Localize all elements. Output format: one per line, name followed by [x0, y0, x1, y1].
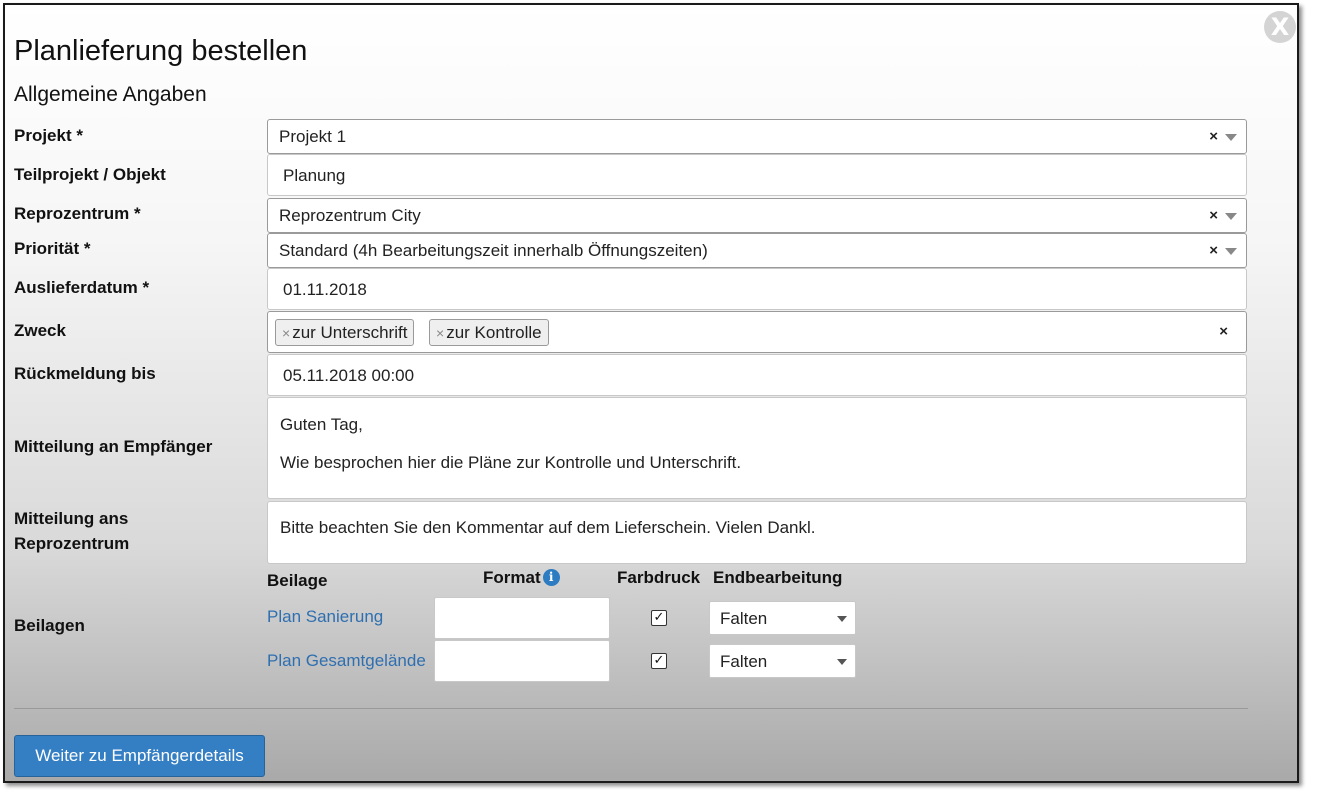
auslieferdatum-input[interactable]: 01.11.2018	[267, 268, 1247, 310]
format-input[interactable]	[434, 640, 610, 682]
chevron-down-icon[interactable]	[837, 616, 847, 622]
mitteilung-repro-textarea[interactable]: Bitte beachten Sie den Kommentar auf dem…	[267, 501, 1247, 564]
prioritaet-clear-icon[interactable]: ×	[1209, 242, 1218, 259]
teilprojekt-value: Planung	[283, 166, 346, 185]
beilage-link[interactable]: Plan Gesamtgelände	[267, 651, 426, 671]
prioritaet-label: Priorität *	[14, 239, 91, 258]
rueckmeldung-value: 05.11.2018 00:00	[283, 366, 415, 385]
teilprojekt-input[interactable]: Planung	[267, 154, 1247, 196]
tag-label: zur Kontrolle	[446, 323, 542, 342]
column-header-beilage: Beilage	[267, 571, 328, 590]
section-heading: Allgemeine Angaben	[14, 83, 207, 106]
chevron-down-icon[interactable]	[837, 659, 847, 665]
beilage-link[interactable]: Plan Sanierung	[267, 607, 383, 627]
beilagen-label: Beilagen	[14, 616, 85, 635]
projekt-label: Projekt *	[14, 126, 83, 145]
endbearbeitung-select[interactable]: Falten	[709, 644, 856, 678]
farbdruck-checkbox[interactable]: ✓	[651, 610, 667, 626]
reprozentrum-label: Reprozentrum *	[14, 204, 141, 223]
mitteilung-empfaenger-textarea[interactable]: Guten Tag, Wie besprochen hier die Pläne…	[267, 397, 1247, 499]
projekt-select[interactable]: Projekt 1 ×	[267, 119, 1247, 154]
label-line: Reprozentrum	[14, 534, 130, 553]
prioritaet-select[interactable]: Standard (4h Bearbeitungszeit innerhalb …	[267, 233, 1247, 268]
remove-tag-icon[interactable]: ×	[436, 325, 444, 341]
textarea-line: Guten Tag,	[280, 415, 363, 434]
order-dialog: X Planlieferung bestellen Allgemeine Ang…	[3, 3, 1299, 783]
column-header-farbdruck: Farbdruck	[617, 568, 701, 587]
rueckmeldung-label: Rückmeldung bis	[14, 364, 156, 383]
column-header-format: Format i	[483, 568, 560, 588]
auslieferdatum-value: 01.11.2018	[283, 280, 367, 299]
zweck-tag[interactable]: × zur Kontrolle	[429, 319, 549, 346]
endbearbeitung-value: Falten	[720, 609, 768, 628]
footer-divider	[14, 708, 1248, 709]
rueckmeldung-input[interactable]: 05.11.2018 00:00	[267, 354, 1247, 396]
close-icon[interactable]: X	[1264, 11, 1296, 43]
tag-label: zur Unterschrift	[292, 323, 408, 342]
remove-tag-icon[interactable]: ×	[282, 325, 290, 341]
dialog-title: Planlieferung bestellen	[14, 35, 308, 67]
zweck-tag[interactable]: × zur Unterschrift	[275, 319, 415, 346]
chevron-down-icon[interactable]	[1225, 134, 1237, 141]
mitteilung-repro-label: Mitteilung ans Reprozentrum	[14, 506, 129, 556]
reprozentrum-clear-icon[interactable]: ×	[1209, 207, 1218, 224]
zweck-label: Zweck	[14, 321, 66, 340]
label-line: Mitteilung ans	[14, 509, 129, 528]
reprozentrum-value: Reprozentrum City	[279, 206, 421, 225]
endbearbeitung-value: Falten	[720, 652, 768, 671]
mitteilung-empfaenger-label: Mitteilung an Empfänger	[14, 437, 213, 456]
next-button[interactable]: Weiter zu Empfängerdetails	[14, 735, 265, 777]
format-input[interactable]	[434, 597, 610, 639]
column-header-endbearbeitung: Endbearbeitung	[713, 568, 843, 587]
format-header-label: Format	[483, 568, 541, 587]
farbdruck-checkbox[interactable]: ✓	[651, 653, 667, 669]
zweck-clear-icon[interactable]: ×	[1219, 323, 1228, 340]
textarea-value: Bitte beachten Sie den Kommentar auf dem…	[280, 518, 816, 537]
teilprojekt-label: Teilprojekt / Objekt	[14, 165, 166, 184]
textarea-line: Wie besprochen hier die Pläne zur Kontro…	[280, 453, 742, 472]
chevron-down-icon[interactable]	[1225, 248, 1237, 255]
endbearbeitung-select[interactable]: Falten	[709, 601, 856, 635]
info-icon[interactable]: i	[542, 569, 560, 586]
auslieferdatum-label: Auslieferdatum *	[14, 278, 150, 297]
reprozentrum-select[interactable]: Reprozentrum City ×	[267, 198, 1247, 233]
projekt-clear-icon[interactable]: ×	[1209, 128, 1218, 145]
prioritaet-value: Standard (4h Bearbeitungszeit innerhalb …	[279, 241, 708, 260]
chevron-down-icon[interactable]	[1225, 213, 1237, 220]
projekt-value: Projekt 1	[279, 127, 347, 146]
zweck-multiselect[interactable]: × zur Unterschrift × zur Kontrolle ×	[267, 311, 1247, 353]
